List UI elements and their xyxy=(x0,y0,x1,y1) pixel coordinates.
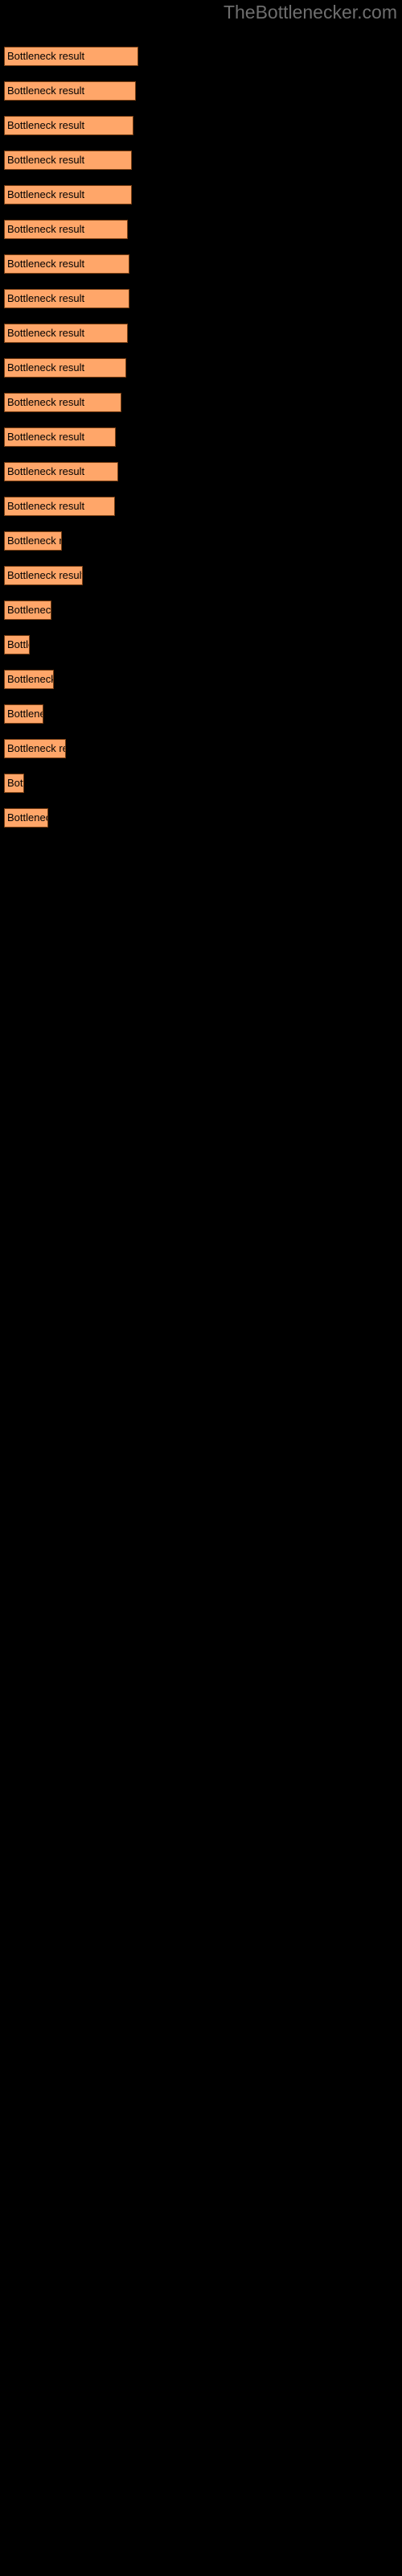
bar-label: Bottleneck result xyxy=(7,535,61,547)
bar-row: Bottleneck result xyxy=(0,427,402,462)
bar[interactable]: Bottleneck result xyxy=(4,774,24,793)
bar-row: Bottleneck result xyxy=(0,462,402,497)
bar-row: Bottleneck result xyxy=(0,220,402,254)
bar-label: Bottleneck result xyxy=(7,85,85,97)
bar-label: Bottleneck result xyxy=(7,708,43,720)
bar-label: Bottleneck result xyxy=(7,742,65,754)
bar-label: Bottleneck result xyxy=(7,327,85,339)
bar[interactable]: Bottleneck result xyxy=(4,635,30,654)
bar-row: Bottleneck result xyxy=(0,704,402,739)
bar-row: Bottleneck result xyxy=(0,601,402,635)
bar-label: Bottleneck result xyxy=(7,431,85,443)
bar-label: Bottleneck result xyxy=(7,361,85,374)
bar-row: Bottleneck result xyxy=(0,358,402,393)
bar-row: Bottleneck result xyxy=(0,566,402,601)
bar[interactable]: Bottleneck result xyxy=(4,427,116,447)
bar[interactable]: Bottleneck result xyxy=(4,601,51,620)
bar-row: Bottleneck result xyxy=(0,635,402,670)
bar-row: Bottleneck result xyxy=(0,151,402,185)
bar-row: Bottleneck result xyxy=(0,254,402,289)
bar-label: Bottleneck result xyxy=(7,119,85,131)
bar-label: Bottleneck result xyxy=(7,673,54,685)
bar[interactable]: Bottleneck result xyxy=(4,254,129,274)
bar-label: Bottleneck result xyxy=(7,396,85,408)
bar-row: Bottleneck result xyxy=(0,739,402,774)
bar-label: Bottleneck result xyxy=(7,500,85,512)
bar-label: Bottleneck result xyxy=(7,154,85,166)
bar[interactable]: Bottleneck result xyxy=(4,151,132,170)
bar-label: Bottleneck result xyxy=(7,638,29,650)
bar-chart: Bottleneck result Bottleneck result Bottle… xyxy=(0,0,402,2576)
bar[interactable]: Bottleneck result xyxy=(4,116,133,135)
bar-row: Bottleneck result xyxy=(0,289,402,324)
bar-row: Bottleneck result xyxy=(0,808,402,843)
bar-label: Bottleneck result xyxy=(7,188,85,200)
bar-row: Bottleneck result xyxy=(0,47,402,81)
bar[interactable]: Bottleneck result xyxy=(4,462,118,481)
bar[interactable]: Bottleneck result xyxy=(4,531,62,551)
bar[interactable]: Bottleneck result xyxy=(4,566,83,585)
bar-label: Bottleneck result xyxy=(7,604,51,616)
bar-label: Bottleneck result xyxy=(7,811,47,824)
bar-label: Bottleneck result xyxy=(7,465,85,477)
bar-label: Bottleneck result xyxy=(7,777,23,789)
bar[interactable]: Bottleneck result xyxy=(4,220,128,239)
bar[interactable]: Bottleneck result xyxy=(4,704,43,724)
bar-label: Bottleneck result xyxy=(7,258,85,270)
bar[interactable]: Bottleneck result xyxy=(4,185,132,204)
bar-row: Bottleneck result xyxy=(0,81,402,116)
bar[interactable]: Bottleneck result xyxy=(4,393,121,412)
bar[interactable]: Bottleneck result xyxy=(4,289,129,308)
bar-label: Bottleneck result xyxy=(7,292,85,304)
bar-row: Bottleneck result xyxy=(0,393,402,427)
bar[interactable]: Bottleneck result xyxy=(4,324,128,343)
bar-row: Bottleneck result xyxy=(0,185,402,220)
bar-label: Bottleneck result xyxy=(7,50,85,62)
bar[interactable]: Bottleneck result xyxy=(4,670,54,689)
bar[interactable]: Bottleneck result xyxy=(4,739,66,758)
bar-row: Bottleneck result xyxy=(0,116,402,151)
bar-row: Bottleneck result xyxy=(0,497,402,531)
bar-row: Bottleneck result xyxy=(0,324,402,358)
bar-row: Bottleneck result xyxy=(0,774,402,808)
bar[interactable]: Bottleneck result xyxy=(4,47,138,66)
bar[interactable]: Bottleneck result xyxy=(4,358,126,378)
bar-row: Bottleneck result xyxy=(0,531,402,566)
bar-row: Bottleneck result xyxy=(0,670,402,704)
bar-label: Bottleneck result xyxy=(7,223,85,235)
bar[interactable]: Bottleneck result xyxy=(4,808,48,828)
bar[interactable]: Bottleneck result xyxy=(4,81,136,101)
bar-label: Bottleneck result xyxy=(7,569,83,581)
bar[interactable]: Bottleneck result xyxy=(4,497,115,516)
